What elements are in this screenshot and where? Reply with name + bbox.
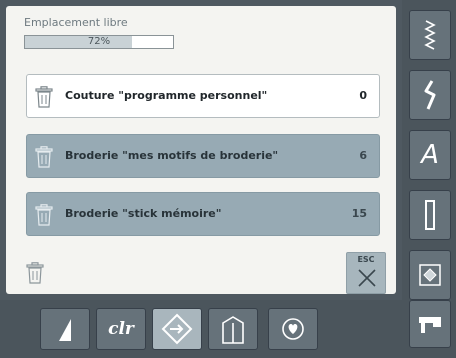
memory-management-screen: Emplacement libre 72% Couture "programme…	[0, 0, 456, 358]
esc-label: ESC	[357, 255, 375, 264]
zigzag-stitch-button[interactable]	[409, 10, 451, 60]
memory-row-personal-program[interactable]: Couture "programme personnel" 0	[26, 74, 380, 118]
clr-button[interactable]: clr	[96, 308, 146, 350]
free-space-label: Emplacement libre	[24, 16, 128, 29]
navigate-button[interactable]	[152, 308, 202, 350]
memory-icon	[222, 316, 244, 344]
quilt-stitch-icon	[419, 264, 441, 286]
memory-row-count: 15	[351, 207, 367, 220]
memory-row-count: 6	[359, 149, 367, 162]
delete-all-trash-icon[interactable]	[26, 262, 44, 284]
memory-row-memory-stick[interactable]: Broderie "stick mémoire" 15	[26, 192, 380, 236]
alphabet-label: A	[421, 140, 439, 170]
decorative-stitch-button[interactable]	[409, 70, 451, 120]
navigate-icon	[161, 313, 193, 345]
decorative-stitch-icon	[424, 80, 436, 110]
trash-icon	[35, 204, 53, 226]
memory-row-embroidery-motifs[interactable]: Broderie "mes motifs de broderie" 6	[26, 134, 380, 178]
heart-icon	[282, 318, 304, 340]
sewing-machine-button[interactable]	[409, 300, 451, 348]
memory-row-count: 0	[359, 89, 367, 102]
memory-row-label: Broderie "stick mémoire"	[65, 207, 222, 220]
free-space-progress-bar: 72%	[24, 35, 174, 49]
quilt-stitch-button[interactable]	[409, 250, 451, 300]
alphabet-button[interactable]: A	[409, 130, 451, 180]
buttonhole-icon	[425, 200, 435, 230]
scissors-icon	[59, 319, 71, 341]
free-space-percent: 72%	[87, 36, 111, 47]
memory-row-label: Broderie "mes motifs de broderie"	[65, 149, 279, 162]
stitch-category-sidebar: A	[402, 0, 456, 358]
zigzag-stitch-icon	[424, 20, 436, 50]
memory-row-label: Couture "programme personnel"	[65, 89, 268, 102]
bottom-toolbar: clr	[0, 300, 402, 358]
scissors-button[interactable]	[40, 308, 90, 350]
heart-button[interactable]	[268, 308, 318, 350]
sewing-machine-icon	[419, 317, 441, 333]
memory-button[interactable]	[208, 308, 258, 350]
buttonhole-button[interactable]	[409, 190, 451, 240]
esc-button[interactable]: ESC	[346, 252, 386, 294]
trash-icon	[35, 146, 53, 168]
trash-icon	[35, 86, 53, 108]
main-panel: Emplacement libre 72% Couture "programme…	[6, 6, 396, 294]
close-x-icon	[358, 269, 376, 287]
clr-label: clr	[108, 319, 134, 339]
